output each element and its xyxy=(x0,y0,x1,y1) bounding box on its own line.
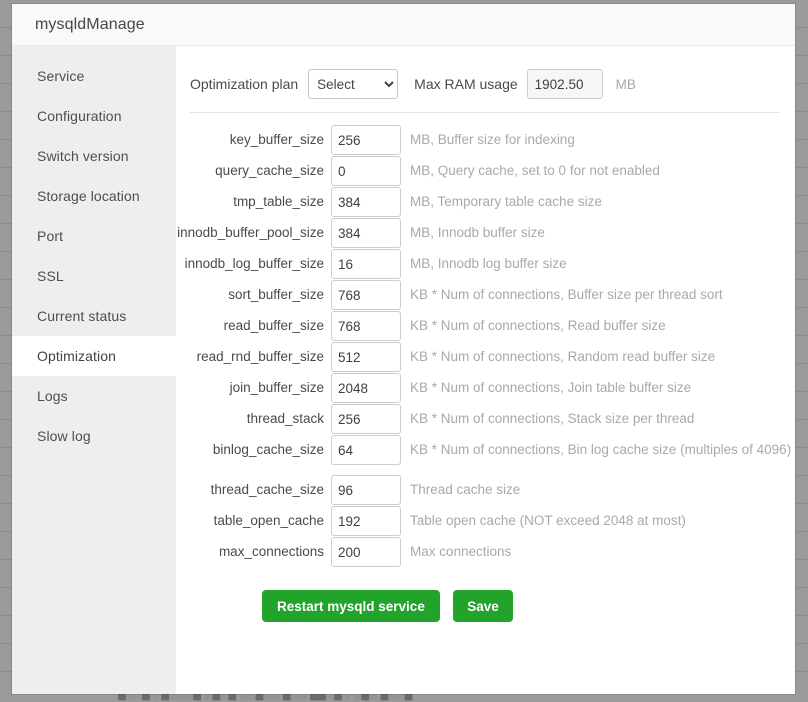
setting-row: thread_stack KB * Num of connections, Sta… xyxy=(176,404,795,434)
setting-label-sort_buffer_size: sort_buffer_size xyxy=(228,287,324,302)
sidebar-item-slow-log[interactable]: Slow log xyxy=(12,416,176,456)
setting-description-key_buffer_size: MB, Buffer size for indexing xyxy=(410,132,575,147)
setting-row: table_open_cache Table open cache (NOT ex… xyxy=(176,506,795,536)
sidebar-item-ssl[interactable]: SSL xyxy=(12,256,176,296)
setting-row: key_buffer_size MB, Buffer size for index… xyxy=(176,125,795,155)
setting-label-thread_stack: thread_stack xyxy=(246,411,324,426)
settings-list: key_buffer_size MB, Buffer size for index… xyxy=(176,113,795,567)
sidebar-item-label: Logs xyxy=(37,388,68,404)
setting-label-tmp_table_size: tmp_table_size xyxy=(233,194,324,209)
setting-input-read_rnd_buffer_size[interactable] xyxy=(331,342,401,372)
sidebar-item-label: Optimization xyxy=(37,348,117,364)
setting-description-tmp_table_size: MB, Temporary table cache size xyxy=(410,194,602,209)
setting-description-thread_stack: KB * Num of connections, Stack size per … xyxy=(410,411,695,426)
setting-input-thread_stack[interactable] xyxy=(331,404,401,434)
setting-input-max_connections[interactable] xyxy=(331,537,401,567)
save-button[interactable]: Save xyxy=(453,590,513,622)
setting-label-query_cache_size: query_cache_size xyxy=(215,163,324,178)
sidebar-item-storage-location[interactable]: Storage location xyxy=(12,176,176,216)
max-ram-usage-unit: MB xyxy=(615,76,636,92)
setting-input-join_buffer_size[interactable] xyxy=(331,373,401,403)
sidebar-item-switch-version[interactable]: Switch version xyxy=(12,136,176,176)
setting-row: innodb_log_buffer_size MB, Innodb log buf… xyxy=(176,249,795,279)
setting-label-innodb_log_buffer_size: innodb_log_buffer_size xyxy=(184,256,324,271)
action-buttons: Restart mysqld service Save xyxy=(176,568,795,622)
setting-description-max_connections: Max connections xyxy=(410,544,512,559)
setting-description-join_buffer_size: KB * Num of connections, Join table buff… xyxy=(410,380,692,395)
app-title: mysqldManage xyxy=(35,15,145,33)
sidebar-item-port[interactable]: Port xyxy=(12,216,176,256)
sidebar-item-label: Storage location xyxy=(37,188,140,204)
setting-input-thread_cache_size[interactable] xyxy=(331,475,401,505)
setting-row: max_connections Max connections xyxy=(176,537,795,567)
setting-row: read_rnd_buffer_size KB * Num of connecti… xyxy=(176,342,795,372)
setting-input-innodb_log_buffer_size[interactable] xyxy=(331,249,401,279)
sidebar-item-label: Service xyxy=(37,68,85,84)
setting-input-tmp_table_size[interactable] xyxy=(331,187,401,217)
setting-description-thread_cache_size: Thread cache size xyxy=(410,482,521,497)
setting-row: binlog_cache_size KB * Num of connections… xyxy=(176,435,795,465)
optimization-plan-row: Optimization plan Select Max RAM usage M… xyxy=(176,64,795,104)
max-ram-usage-input[interactable] xyxy=(526,69,603,99)
setting-row: query_cache_size MB, Query cache, set to … xyxy=(176,156,795,186)
sidebar-item-service[interactable]: Service xyxy=(12,56,176,96)
setting-row: thread_cache_size Thread cache size xyxy=(176,475,795,505)
setting-label-innodb_buffer_pool_size: innodb_buffer_pool_size xyxy=(177,225,324,240)
window-titlebar: mysqldManage xyxy=(12,4,795,46)
sidebar-item-logs[interactable]: Logs xyxy=(12,376,176,416)
optimization-plan-select[interactable]: Select xyxy=(308,69,399,99)
sidebar-nav: Service Configuration Switch version Storag… xyxy=(12,46,176,694)
app-window: mysqldManage Service Configuration Switch … xyxy=(12,4,795,694)
desktop-left-ticks xyxy=(0,0,12,702)
setting-description-read_buffer_size: KB * Num of connections, Read buffer siz… xyxy=(410,318,666,333)
setting-label-join_buffer_size: join_buffer_size xyxy=(229,380,324,395)
setting-description-binlog_cache_size: KB * Num of connections, Bin log cache s… xyxy=(410,442,792,457)
desktop-right-strip xyxy=(795,0,808,702)
setting-label-table_open_cache: table_open_cache xyxy=(213,513,324,528)
sidebar-item-current-status[interactable]: Current status xyxy=(12,296,176,336)
setting-label-read_rnd_buffer_size: read_rnd_buffer_size xyxy=(196,349,324,364)
setting-description-read_rnd_buffer_size: KB * Num of connections, Random read buf… xyxy=(410,349,716,364)
setting-description-innodb_log_buffer_size: MB, Innodb log buffer size xyxy=(410,256,567,271)
sidebar-item-label: Current status xyxy=(37,308,127,324)
setting-description-table_open_cache: Table open cache (NOT exceed 2048 at mos… xyxy=(410,513,686,528)
setting-description-sort_buffer_size: KB * Num of connections, Buffer size per… xyxy=(410,287,723,302)
sidebar-item-label: Slow log xyxy=(37,428,91,444)
setting-input-query_cache_size[interactable] xyxy=(331,156,401,186)
setting-label-binlog_cache_size: binlog_cache_size xyxy=(212,442,324,457)
sidebar-item-optimization[interactable]: Optimization xyxy=(12,336,176,376)
setting-input-key_buffer_size[interactable] xyxy=(331,125,401,155)
setting-input-binlog_cache_size[interactable] xyxy=(331,435,401,465)
setting-description-query_cache_size: MB, Query cache, set to 0 for not enable… xyxy=(410,163,660,178)
setting-row: read_buffer_size KB * Num of connections,… xyxy=(176,311,795,341)
setting-input-read_buffer_size[interactable] xyxy=(331,311,401,341)
setting-label-thread_cache_size: thread_cache_size xyxy=(210,482,324,497)
sidebar-item-label: Port xyxy=(37,228,64,244)
setting-input-table_open_cache[interactable] xyxy=(331,506,401,536)
setting-description-innodb_buffer_pool_size: MB, Innodb buffer size xyxy=(410,225,545,240)
setting-label-key_buffer_size: key_buffer_size xyxy=(229,132,324,147)
sidebar-item-label: SSL xyxy=(37,268,64,284)
setting-row: sort_buffer_size KB * Num of connections,… xyxy=(176,280,795,310)
desktop-left-strip xyxy=(0,0,12,702)
sidebar-item-configuration[interactable]: Configuration xyxy=(12,96,176,136)
restart-mysqld-service-button[interactable]: Restart mysqld service xyxy=(262,590,440,622)
setting-input-sort_buffer_size[interactable] xyxy=(331,280,401,310)
desktop-right-ticks xyxy=(795,0,808,702)
sidebar-item-label: Switch version xyxy=(37,148,129,164)
max-ram-usage-label: Max RAM usage xyxy=(414,76,518,92)
desktop-background: █░░▄░ ▄░░░▄ ░▄░▄ ░░▄░░ ▄░░ ▄▄░▄░ ░▄░ ▄░░… xyxy=(0,0,808,702)
window-body: Service Configuration Switch version Storag… xyxy=(12,46,795,694)
setting-label-read_buffer_size: read_buffer_size xyxy=(223,318,324,333)
setting-row: join_buffer_size KB * Num of connections,… xyxy=(176,373,795,403)
setting-label-max_connections: max_connections xyxy=(218,544,324,559)
setting-input-innodb_buffer_pool_size[interactable] xyxy=(331,218,401,248)
sidebar-item-label: Configuration xyxy=(37,108,122,124)
main-content: Optimization plan Select Max RAM usage M… xyxy=(176,46,795,694)
setting-row: innodb_buffer_pool_size MB, Innodb buffer… xyxy=(176,218,795,248)
setting-row: tmp_table_size MB, Temporary table cache … xyxy=(176,187,795,217)
optimization-plan-label: Optimization plan xyxy=(190,76,299,92)
